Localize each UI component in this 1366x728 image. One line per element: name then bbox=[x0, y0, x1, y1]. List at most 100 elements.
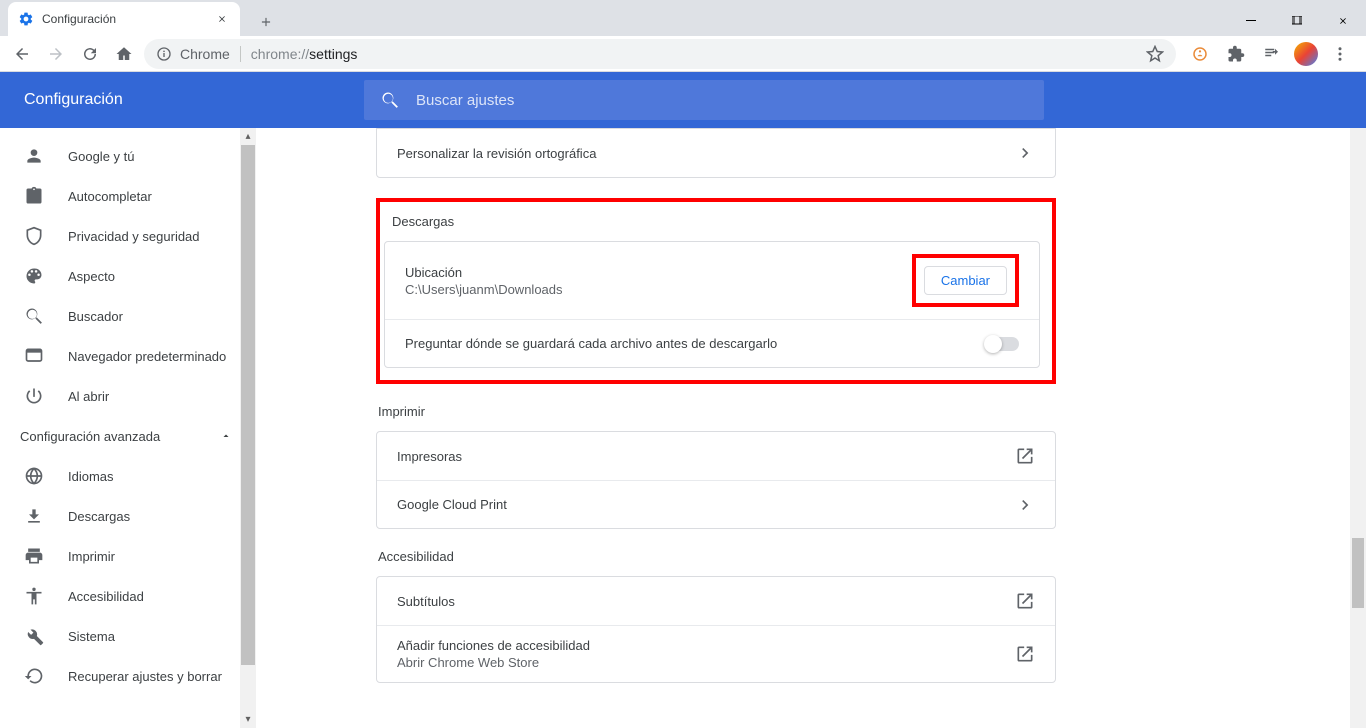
minimize-button[interactable] bbox=[1228, 6, 1274, 36]
sidebar-item-print[interactable]: Imprimir bbox=[0, 536, 256, 576]
sidebar-item-label: Privacidad y seguridad bbox=[68, 229, 200, 244]
settings-title: Configuración bbox=[24, 91, 364, 109]
sidebar-item-system[interactable]: Sistema bbox=[0, 616, 256, 656]
tab-close-icon[interactable] bbox=[214, 11, 230, 27]
row-label: Añadir funciones de accesibilidad bbox=[397, 638, 590, 653]
sidebar-item-languages[interactable]: Idiomas bbox=[0, 456, 256, 496]
sidebar-advanced-label: Configuración avanzada bbox=[20, 429, 160, 444]
sidebar-item-accessibility[interactable]: Accesibilidad bbox=[0, 576, 256, 616]
url-text: chrome://settings bbox=[251, 46, 358, 62]
spellcheck-row[interactable]: Personalizar la revisión ortográfica bbox=[377, 129, 1055, 177]
sidebar-item-appearance[interactable]: Aspecto bbox=[0, 256, 256, 296]
sidebar-item-label: Accesibilidad bbox=[68, 589, 144, 604]
settings-search[interactable] bbox=[364, 80, 1044, 120]
globe-icon bbox=[24, 466, 44, 486]
back-button[interactable] bbox=[8, 40, 36, 68]
external-link-icon bbox=[1015, 591, 1035, 611]
sidebar-item-google[interactable]: Google y tú bbox=[0, 136, 256, 176]
toolbar: Chrome chrome://settings bbox=[0, 36, 1366, 72]
sidebar-item-search[interactable]: Buscador bbox=[0, 296, 256, 336]
download-icon bbox=[24, 506, 44, 526]
omnibox[interactable]: Chrome chrome://settings bbox=[144, 39, 1176, 69]
window-controls bbox=[1228, 6, 1366, 36]
downloads-highlight: Descargas Ubicación C:\Users\juanm\Downl… bbox=[376, 198, 1056, 384]
sidebar-scrollbar[interactable]: ▴ ▾ bbox=[240, 128, 256, 728]
chevron-right-icon bbox=[1015, 143, 1035, 163]
browser-chrome: Configuración Chrome chrome://settings bbox=[0, 0, 1366, 72]
sidebar-item-label: Navegador predeterminado bbox=[68, 349, 226, 364]
maximize-button[interactable] bbox=[1274, 6, 1320, 36]
browser-tab[interactable]: Configuración bbox=[8, 2, 240, 36]
add-features-row[interactable]: Añadir funciones de accesibilidad Abrir … bbox=[377, 625, 1055, 682]
sidebar-advanced-toggle[interactable]: Configuración avanzada bbox=[0, 416, 256, 456]
main: Google y tú Autocompletar Privacidad y s… bbox=[0, 128, 1366, 728]
sidebar-item-label: Imprimir bbox=[68, 549, 115, 564]
settings-content: Personalizar la revisión ortográfica Des… bbox=[376, 128, 1056, 683]
sidebar-item-label: Autocompletar bbox=[68, 189, 152, 204]
sidebar-item-privacy[interactable]: Privacidad y seguridad bbox=[0, 216, 256, 256]
sidebar-item-onstartup[interactable]: Al abrir bbox=[0, 376, 256, 416]
external-link-icon bbox=[1015, 446, 1035, 466]
settings-search-input[interactable] bbox=[416, 92, 1028, 109]
chrome-menu-icon[interactable] bbox=[1326, 40, 1354, 68]
sidebar-item-autofill[interactable]: Autocompletar bbox=[0, 176, 256, 216]
search-icon bbox=[24, 306, 44, 326]
sidebar-item-default-browser[interactable]: Navegador predeterminado bbox=[0, 336, 256, 376]
scroll-up-icon[interactable]: ▴ bbox=[240, 128, 256, 145]
restore-icon bbox=[24, 666, 44, 686]
location-path: C:\Users\juanm\Downloads bbox=[405, 282, 563, 297]
forward-button[interactable] bbox=[42, 40, 70, 68]
new-tab-button[interactable] bbox=[252, 8, 280, 36]
search-icon bbox=[380, 90, 400, 110]
content-area: Personalizar la revisión ortográfica Des… bbox=[256, 128, 1366, 728]
reading-list-icon[interactable] bbox=[1258, 40, 1286, 68]
location-label: Ubicación bbox=[405, 265, 563, 280]
sidebar-item-downloads[interactable]: Descargas bbox=[0, 496, 256, 536]
content-scrollbar[interactable] bbox=[1350, 128, 1366, 728]
sidebar-item-label: Aspecto bbox=[68, 269, 115, 284]
browser-icon bbox=[24, 346, 44, 366]
chevron-up-icon bbox=[220, 430, 232, 442]
star-icon[interactable] bbox=[1146, 45, 1164, 63]
extensions-puzzle-icon[interactable] bbox=[1222, 40, 1250, 68]
change-button[interactable]: Cambiar bbox=[924, 266, 1007, 295]
scroll-down-icon[interactable]: ▾ bbox=[240, 711, 256, 728]
sidebar-item-label: Al abrir bbox=[68, 389, 109, 404]
row-label: Google Cloud Print bbox=[397, 497, 507, 512]
row-label: Personalizar la revisión ortográfica bbox=[397, 146, 596, 161]
row-sub: Abrir Chrome Web Store bbox=[397, 655, 590, 670]
chevron-right-icon bbox=[1015, 495, 1035, 515]
extension-icon[interactable] bbox=[1186, 40, 1214, 68]
sidebar-item-reset[interactable]: Recuperar ajustes y borrar bbox=[0, 656, 256, 696]
a11y-title: Accesibilidad bbox=[378, 549, 1056, 564]
subtitles-row[interactable]: Subtítulos bbox=[377, 577, 1055, 625]
gcp-row[interactable]: Google Cloud Print bbox=[377, 480, 1055, 528]
content-scroll-thumb[interactable] bbox=[1352, 538, 1364, 608]
sidebar-container: Google y tú Autocompletar Privacidad y s… bbox=[0, 128, 256, 728]
person-icon bbox=[24, 146, 44, 166]
tab-strip: Configuración bbox=[0, 0, 1366, 36]
print-card: Impresoras Google Cloud Print bbox=[376, 431, 1056, 529]
spellcheck-card: Personalizar la revisión ortográfica bbox=[376, 128, 1056, 178]
reload-button[interactable] bbox=[76, 40, 104, 68]
change-button-highlight: Cambiar bbox=[912, 254, 1019, 307]
site-info-icon bbox=[156, 46, 172, 62]
sidebar-item-label: Descargas bbox=[68, 509, 130, 524]
close-window-button[interactable] bbox=[1320, 6, 1366, 36]
a11y-card: Subtítulos Añadir funciones de accesibil… bbox=[376, 576, 1056, 683]
downloads-title: Descargas bbox=[392, 214, 1040, 229]
accessibility-icon bbox=[24, 586, 44, 606]
external-link-icon bbox=[1015, 644, 1035, 664]
shield-icon bbox=[24, 226, 44, 246]
tab-title: Configuración bbox=[42, 12, 116, 26]
profile-avatar[interactable] bbox=[1294, 42, 1318, 66]
printers-row[interactable]: Impresoras bbox=[377, 432, 1055, 480]
ask-toggle[interactable] bbox=[985, 337, 1019, 351]
home-button[interactable] bbox=[110, 40, 138, 68]
scroll-thumb[interactable] bbox=[241, 145, 255, 665]
ask-label: Preguntar dónde se guardará cada archivo… bbox=[405, 336, 777, 351]
downloads-card: Ubicación C:\Users\juanm\Downloads Cambi… bbox=[384, 241, 1040, 368]
download-ask-row: Preguntar dónde se guardará cada archivo… bbox=[385, 319, 1039, 367]
sidebar-item-label: Buscador bbox=[68, 309, 123, 324]
sidebar-item-label: Recuperar ajustes y borrar bbox=[68, 669, 222, 684]
